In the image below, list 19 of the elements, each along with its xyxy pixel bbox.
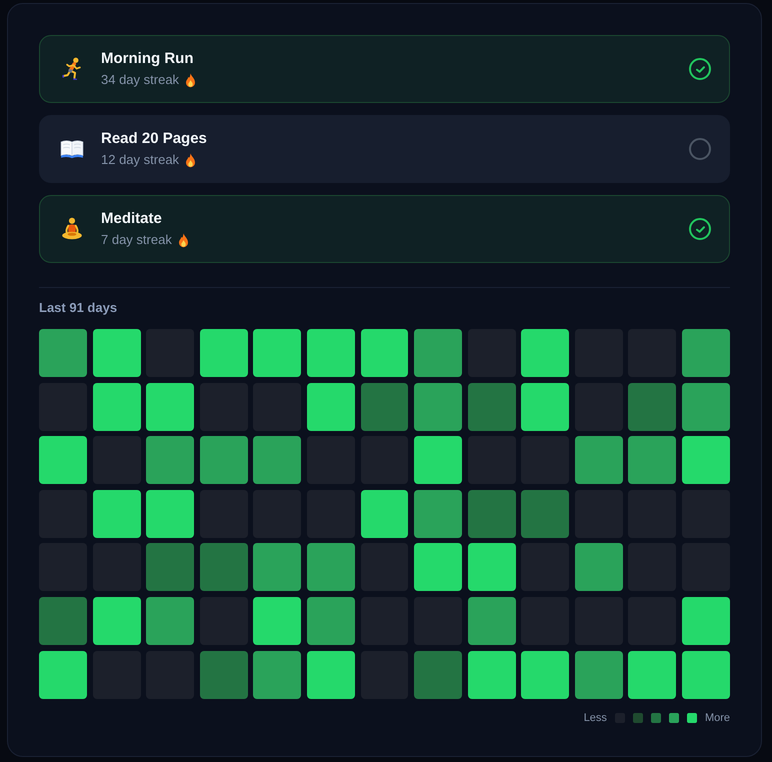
streak-text: 34 day streak [101, 71, 180, 89]
flame-icon [185, 72, 196, 88]
check-icon [696, 226, 704, 232]
habit-checkbox[interactable] [689, 218, 711, 240]
habit-title: Read 20 Pages [101, 129, 208, 149]
check-icon [696, 66, 704, 72]
flame-icon [185, 152, 196, 168]
streak-text: 7 day streak [101, 231, 172, 249]
legend-label: Less [584, 710, 607, 725]
open-book-icon [60, 139, 84, 159]
section-title: Last 91 days [39, 299, 118, 317]
meditating-person-icon [60, 217, 84, 241]
flame-icon [178, 232, 189, 248]
habit-checkbox[interactable] [689, 58, 711, 80]
habit-title: Morning Run [101, 49, 194, 69]
habit-checkbox[interactable] [689, 138, 711, 160]
habit-title: Meditate [101, 209, 163, 229]
streak-text: 12 day streak [101, 151, 180, 169]
legend-label: More [704, 710, 730, 725]
